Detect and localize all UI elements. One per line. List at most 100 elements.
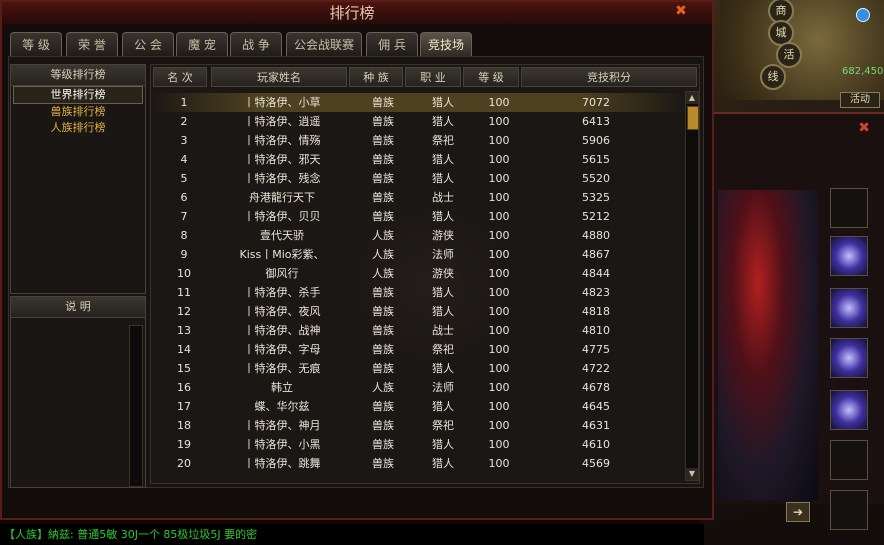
cell-score: 4823 (582, 286, 610, 299)
skill-slot-6[interactable] (830, 440, 868, 480)
scroll-down-icon[interactable]: ▼ (686, 468, 698, 480)
table-row[interactable]: 18 丨特洛伊、神月 兽族 祭祀 100 4631 (151, 416, 685, 435)
tab-pet[interactable]: 魔 宠 (176, 32, 228, 56)
table-row[interactable]: 17 蝶、华尔兹 兽族 猎人 100 4645 (151, 397, 685, 416)
character-portrait (718, 190, 818, 500)
cell-name: 丨特洛伊、杀手 (243, 286, 321, 299)
cell-name: 丨特洛伊、夜风 (243, 305, 321, 318)
cell-rank: 16 (177, 381, 191, 394)
cell-name: 丨特洛伊、情殇 (243, 134, 321, 147)
header-level[interactable]: 等 级 (463, 67, 519, 87)
tab-war[interactable]: 战 争 (230, 32, 282, 56)
skill-slot-7[interactable] (830, 490, 868, 530)
table-row[interactable]: 1 丨特洛伊、小草 兽族 猎人 100 7072 (151, 93, 685, 112)
arrow-right-icon[interactable]: ➔ (786, 502, 810, 522)
table-row[interactable]: 11 丨特洛伊、杀手 兽族 猎人 100 4823 (151, 283, 685, 302)
table-row[interactable]: 2 丨特洛伊、逍遥 兽族 猎人 100 6413 (151, 112, 685, 131)
header-arena-score[interactable]: 竞技积分 (521, 67, 697, 87)
cell-rank: 9 (180, 248, 188, 261)
tab-level[interactable]: 等 级 (10, 32, 62, 56)
category-header: 等级排行榜 (11, 65, 145, 86)
table-row[interactable]: 19 丨特洛伊、小黑 兽族 猎人 100 4610 (151, 435, 685, 454)
tab-mercenary[interactable]: 佣 兵 (366, 32, 418, 56)
cell-name: 丨特洛伊、神月 (243, 419, 321, 432)
cell-rank: 4 (180, 153, 188, 166)
cell-name: 丨特洛伊、小草 (243, 96, 321, 109)
event-button[interactable]: 活动 (840, 92, 880, 108)
chat-line: 【人族】納兹: 普通5敏 30J一个 85极垃圾5J 要的密 (0, 524, 704, 545)
table-row[interactable]: 12 丨特洛伊、夜风 兽族 猎人 100 4818 (151, 302, 685, 321)
cell-rank: 6 (180, 191, 188, 204)
header-name[interactable]: 玩家姓名 (211, 67, 347, 87)
cell-score: 4678 (582, 381, 610, 394)
minimap-coords: 682,450 (842, 66, 884, 77)
header-rank[interactable]: 名 次 (153, 67, 207, 87)
table-row[interactable]: 16 韩立 人族 法师 100 4678 (151, 378, 685, 397)
tab-guild[interactable]: 公 会 (122, 32, 174, 56)
cell-name: 丨特洛伊、残念 (243, 172, 321, 185)
cell-score: 4610 (582, 438, 610, 451)
window-title: 排行榜 (329, 4, 375, 22)
cell-rank: 10 (177, 267, 191, 280)
title-bar[interactable]: 排行榜 ✖ (2, 2, 712, 24)
skill-slot-3[interactable] (830, 288, 868, 328)
category-human[interactable]: 人族排行榜 (11, 120, 145, 136)
description-box: 说 明 (10, 296, 146, 488)
cell-score: 4631 (582, 419, 610, 432)
table-row[interactable]: 10 御风行 人族 游侠 100 4844 (151, 264, 685, 283)
cell-score: 5520 (582, 172, 610, 185)
ranking-table: 名 次 玩家姓名 种 族 职 业 等 级 竞技积分 1 丨特洛伊、小草 兽族 猎人 10… (150, 64, 700, 484)
scroll-up-icon[interactable]: ▲ (686, 92, 698, 104)
skill-slot-5[interactable] (830, 390, 868, 430)
scroll-thumb[interactable] (687, 106, 699, 130)
table-row[interactable]: 3 丨特洛伊、情殇 兽族 祭祀 100 5906 (151, 131, 685, 150)
table-row[interactable]: 15 丨特洛伊、无痕 兽族 猎人 100 4722 (151, 359, 685, 378)
cell-score: 5906 (582, 134, 610, 147)
cell-score: 7072 (582, 96, 610, 109)
table-row[interactable]: 14 丨特洛伊、字母 兽族 祭祀 100 4775 (151, 340, 685, 359)
cell-rank: 15 (177, 362, 191, 375)
header-class[interactable]: 职 业 (405, 67, 461, 87)
cell-score: 5325 (582, 191, 610, 204)
cell-score: 4569 (582, 457, 610, 470)
cell-rank: 7 (180, 210, 188, 223)
category-list: 等级排行榜 世界排行榜 兽族排行榜 人族排行榜 (10, 64, 146, 294)
table-row[interactable]: 7 丨特洛伊、贝贝 兽族 猎人 100 5212 (151, 207, 685, 226)
table-row[interactable]: 8 壹代天骄 人族 游侠 100 4880 (151, 226, 685, 245)
close-icon[interactable]: ✖ (674, 4, 688, 18)
skill-slot-4[interactable] (830, 338, 868, 378)
cell-score: 4867 (582, 248, 610, 261)
cell-name: 丨特洛伊、字母 (243, 343, 321, 356)
cell-rank: 11 (177, 286, 191, 299)
cell-name: Kiss丨Mio彩紫、 (239, 248, 325, 261)
cell-score: 4818 (582, 305, 610, 318)
table-row[interactable]: 6 舟港龍行天下 兽族 战士 100 5325 (151, 188, 685, 207)
table-row[interactable]: 20 丨特洛伊、跳舞 兽族 猎人 100 4569 (151, 454, 685, 473)
cell-name: 丨特洛伊、小黑 (243, 438, 321, 451)
skill-slot-2[interactable] (830, 236, 868, 276)
cell-rank: 12 (177, 305, 191, 318)
cell-rank: 2 (180, 115, 188, 128)
description-scrollbar[interactable] (129, 325, 143, 487)
table-scrollbar[interactable]: ▲ ▼ (685, 91, 699, 481)
table-row[interactable]: 9 Kiss丨Mio彩紫、 人族 法师 100 4867 (151, 245, 685, 264)
cell-name: 蝶、华尔兹 (254, 400, 310, 413)
globe-icon[interactable] (856, 8, 870, 22)
cell-score: 5615 (582, 153, 610, 166)
minimap-button-line[interactable]: 线 (760, 64, 786, 90)
close-icon[interactable]: ✖ (858, 120, 870, 136)
cell-name: 丨特洛伊、贝贝 (243, 210, 321, 223)
tab-honor[interactable]: 荣 誉 (66, 32, 118, 56)
cell-score: 4722 (582, 362, 610, 375)
cell-name: 丨特洛伊、无痕 (243, 362, 321, 375)
table-row[interactable]: 4 丨特洛伊、邪天 兽族 猎人 100 5615 (151, 150, 685, 169)
tab-arena[interactable]: 竞技场 (420, 32, 472, 56)
category-world[interactable]: 世界排行榜 (13, 86, 143, 104)
category-beast[interactable]: 兽族排行榜 (11, 104, 145, 120)
table-row[interactable]: 13 丨特洛伊、战神 兽族 战士 100 4810 (151, 321, 685, 340)
header-race[interactable]: 种 族 (349, 67, 403, 87)
tab-guild-war-league[interactable]: 公会战联赛 (286, 32, 362, 56)
minimap-button-event[interactable]: 活 (776, 42, 802, 68)
skill-slot-1[interactable] (830, 188, 868, 228)
table-row[interactable]: 5 丨特洛伊、残念 兽族 猎人 100 5520 (151, 169, 685, 188)
